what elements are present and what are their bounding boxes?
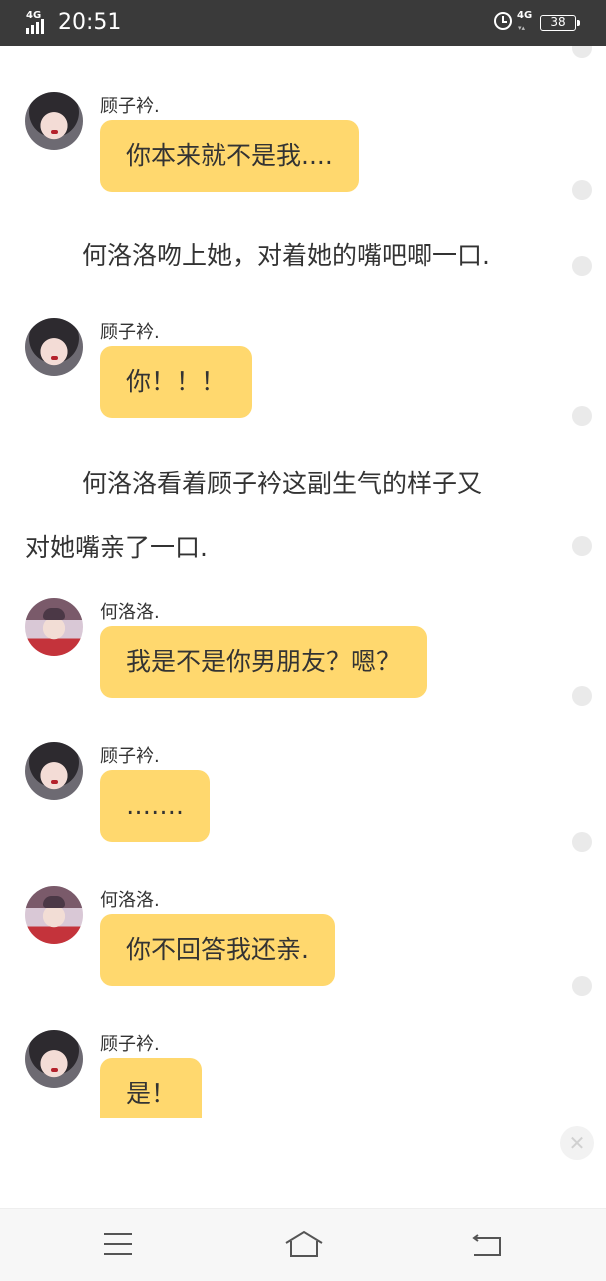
avatar[interactable] <box>25 92 83 150</box>
avatar[interactable] <box>25 742 83 800</box>
avatar[interactable] <box>25 1030 83 1088</box>
network-type-left: 4G <box>26 10 42 21</box>
battery-indicator: 38 <box>540 15 580 31</box>
comment-dot[interactable] <box>572 832 592 852</box>
signal-icon: 4G <box>26 10 50 34</box>
narration-text: 何洛洛看着顾子衿这副生气的样子又 对她嘴亲了一口. <box>25 469 483 562</box>
alarm-icon <box>494 12 512 30</box>
back-icon[interactable] <box>470 1229 506 1259</box>
narration-text: 何洛洛吻上她，对着她的嘴吧唧一口. <box>82 241 490 270</box>
avatar[interactable] <box>25 886 83 944</box>
message-bubble: 你不回答我还亲. <box>100 914 335 986</box>
chat-story-content[interactable]: 顾子衿. 你本来就不是我.... 何洛洛吻上她，对着她的嘴吧唧一口. 顾子衿. … <box>0 46 606 1208</box>
sender-name: 顾子衿. <box>100 746 160 767</box>
home-icon[interactable] <box>284 1229 324 1259</box>
comment-dot[interactable] <box>572 686 592 706</box>
comment-dot[interactable] <box>572 46 592 58</box>
comment-dot[interactable] <box>572 256 592 276</box>
network-type-right: 4G <box>517 10 533 21</box>
message-bubble: ……. <box>100 770 210 842</box>
message-bubble: 我是不是你男朋友？嗯？ <box>100 626 428 698</box>
sender-name: 顾子衿. <box>100 96 160 117</box>
message-bubble: 你本来就不是我.... <box>100 120 359 192</box>
comment-dot[interactable] <box>572 536 592 556</box>
close-icon[interactable]: ✕ <box>560 1126 594 1160</box>
avatar[interactable] <box>25 318 83 376</box>
data-activity-icon: ▾▴ <box>518 24 526 32</box>
status-bar: 4G 20:51 4G ▾▴ 38 <box>0 0 606 46</box>
avatar[interactable] <box>25 598 83 656</box>
comment-dot[interactable] <box>572 406 592 426</box>
comment-dot[interactable] <box>572 976 592 996</box>
navigation-bar <box>0 1208 606 1281</box>
comment-dot[interactable] <box>572 180 592 200</box>
clock: 20:51 <box>58 10 122 35</box>
menu-icon[interactable] <box>104 1233 132 1255</box>
message-bubble: 你！！！ <box>100 346 253 418</box>
sender-name: 顾子衿. <box>100 1034 160 1055</box>
sender-name: 何洛洛. <box>100 602 160 623</box>
sender-name: 顾子衿. <box>100 322 160 343</box>
message-bubble: 是！ <box>100 1058 203 1118</box>
sender-name: 何洛洛. <box>100 890 160 911</box>
